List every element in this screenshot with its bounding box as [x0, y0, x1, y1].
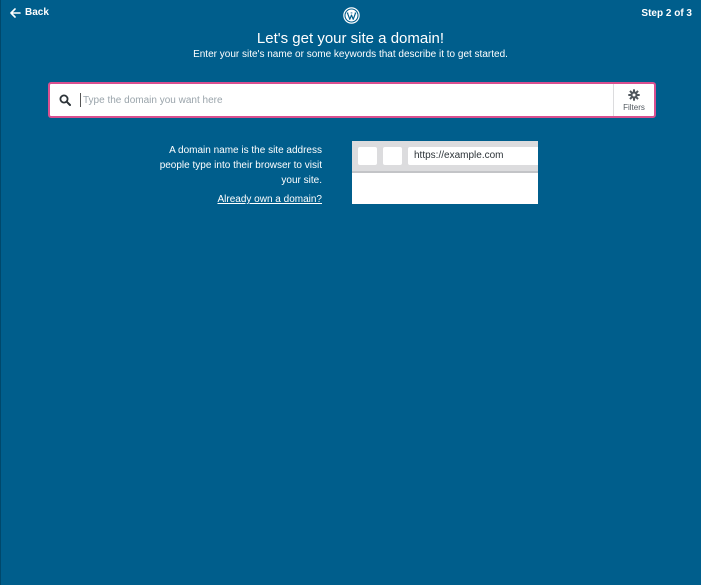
domain-search-box: Filters — [48, 82, 656, 118]
window-edge — [0, 0, 1, 585]
domain-search-input[interactable] — [80, 93, 613, 107]
arrow-left-icon — [10, 7, 21, 18]
page-subtitle: Enter your site's name or some keywords … — [193, 49, 508, 60]
browser-forward-button-illustration — [383, 147, 402, 165]
browser-illustration: https://example.com — [352, 141, 538, 204]
step-indicator: Step 2 of 3 — [641, 8, 692, 19]
back-label: Back — [25, 7, 49, 18]
browser-url-bar: https://example.com — [408, 147, 538, 165]
back-button[interactable]: Back — [10, 7, 49, 18]
search-icon[interactable] — [50, 84, 80, 116]
page-title: Let's get your site a domain! — [256, 30, 445, 47]
filters-label: Filters — [623, 102, 645, 112]
filters-button[interactable]: Filters — [613, 84, 654, 116]
wordpress-logo-icon[interactable] — [343, 7, 360, 24]
gear-icon — [628, 88, 640, 101]
already-own-domain-link[interactable]: Already own a domain? — [150, 194, 322, 205]
browser-toolbar-divider — [352, 171, 538, 173]
browser-back-button-illustration — [358, 147, 377, 165]
domain-explanation: A domain name is the site address people… — [159, 145, 322, 186]
